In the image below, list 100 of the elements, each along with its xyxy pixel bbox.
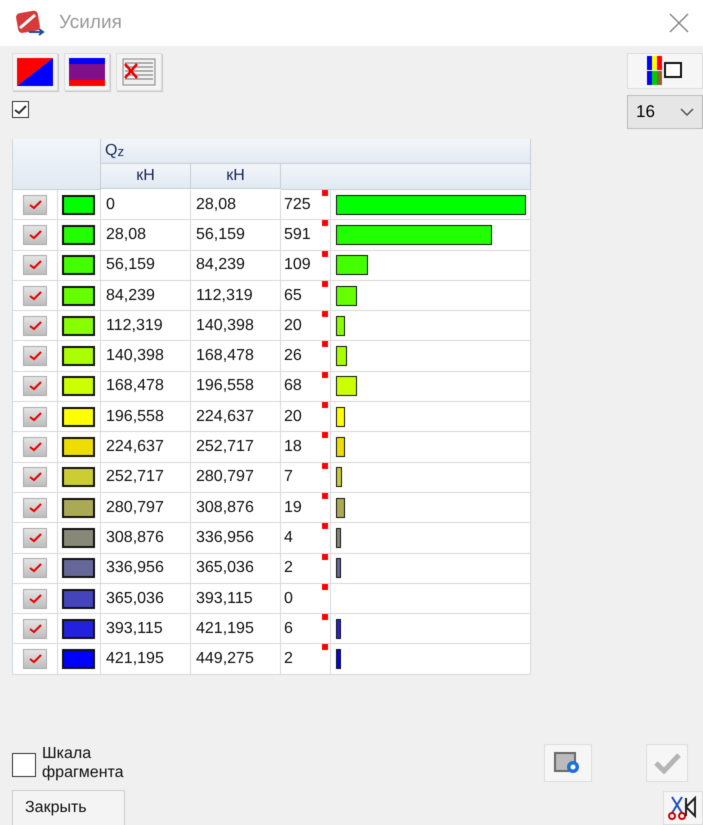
- table-cell: 2: [281, 644, 331, 675]
- check-icon: [28, 230, 42, 240]
- table-cell: 252,717: [101, 462, 191, 493]
- row-checkbox[interactable]: [23, 286, 47, 306]
- color-swatch[interactable]: [62, 467, 95, 488]
- row-checkbox[interactable]: [23, 467, 47, 488]
- color-swatch[interactable]: [62, 649, 95, 670]
- color-swatch[interactable]: [62, 528, 95, 548]
- palette-button[interactable]: [627, 53, 703, 89]
- row-checkbox[interactable]: [23, 558, 47, 578]
- row-checkbox[interactable]: [23, 528, 47, 548]
- row-checkbox[interactable]: [23, 346, 47, 366]
- row-checkbox[interactable]: [23, 255, 47, 276]
- table-cell: 19: [281, 492, 331, 524]
- table-cell: 224,637: [191, 402, 281, 432]
- table-cell: 56,159: [101, 250, 191, 281]
- marker-icon: [322, 402, 328, 408]
- table-cell: 280,797: [191, 462, 281, 493]
- check-icon: [28, 412, 42, 422]
- row-checkbox[interactable]: [23, 316, 47, 336]
- color-swatch[interactable]: [62, 406, 95, 427]
- color-swatch[interactable]: [62, 437, 95, 458]
- table-cell: 421,195: [101, 644, 191, 675]
- table-cell: 6: [281, 614, 331, 644]
- table-cell: 65: [281, 280, 331, 312]
- table-cell: 725: [281, 190, 331, 220]
- marker-icon: [322, 190, 328, 196]
- stripe-fill-button[interactable]: [64, 53, 110, 91]
- table-cell: 393,115: [191, 584, 281, 614]
- check-icon: [28, 532, 42, 543]
- row-checkbox[interactable]: [23, 649, 47, 670]
- color-swatch[interactable]: [62, 588, 95, 608]
- diagonal-split-icon: [17, 58, 53, 86]
- unit-header: кН: [101, 164, 191, 189]
- table-cell: 365,036: [101, 584, 191, 614]
- row-checkbox[interactable]: [23, 618, 47, 639]
- clear-table-button[interactable]: [116, 53, 162, 91]
- table-cell: 28,08: [101, 220, 191, 251]
- stripes-icon: [69, 58, 105, 86]
- color-swatch[interactable]: [62, 346, 95, 366]
- check-icon: [28, 200, 42, 210]
- table-cell: 26: [281, 341, 331, 372]
- table-cell: 28,08: [191, 190, 281, 220]
- color-swatch[interactable]: [62, 194, 95, 215]
- color-swatch[interactable]: [62, 316, 95, 336]
- row-checkbox[interactable]: [23, 376, 47, 396]
- check-icon: [28, 351, 42, 362]
- marker-icon: [322, 432, 328, 438]
- check-icon: [28, 624, 42, 634]
- color-swatch[interactable]: [62, 498, 95, 518]
- table-cell: 7: [281, 462, 331, 493]
- table-cell: 20: [281, 311, 331, 342]
- table-cell: 168,478: [191, 341, 281, 372]
- settings-button[interactable]: [544, 744, 592, 782]
- check-icon: [28, 502, 42, 513]
- gradient-fill-button[interactable]: [12, 53, 58, 91]
- table-cell: 84,239: [101, 280, 191, 312]
- color-swatch[interactable]: [62, 255, 95, 276]
- row-checkbox[interactable]: [23, 437, 47, 458]
- show-all-checkbox[interactable]: [12, 101, 29, 118]
- cut-button[interactable]: [663, 791, 703, 825]
- table-cell: 591: [281, 220, 331, 251]
- marker-icon: [322, 311, 328, 318]
- table-cell: 308,876: [191, 492, 281, 524]
- table-cell: 336,956: [191, 523, 281, 554]
- table-cell: 0: [101, 190, 191, 220]
- check-icon: [28, 563, 42, 574]
- color-swatch[interactable]: [62, 286, 95, 306]
- color-swatch[interactable]: [62, 618, 95, 639]
- row-checkbox[interactable]: [23, 194, 47, 215]
- table-delete-icon: [121, 58, 157, 86]
- marker-icon: [322, 220, 328, 226]
- marker-icon: [322, 644, 328, 650]
- row-checkbox[interactable]: [23, 588, 47, 608]
- color-swatch[interactable]: [62, 376, 95, 396]
- check-icon: [28, 442, 42, 452]
- table-cell: 84,239: [191, 250, 281, 281]
- table-cell: 224,637: [101, 432, 191, 463]
- color-swatch[interactable]: [62, 558, 95, 578]
- fragment-scale-checkbox[interactable]: [12, 753, 36, 777]
- table-cell: 168,478: [101, 372, 191, 402]
- table-cell: 112,319: [101, 311, 191, 342]
- row-checkbox[interactable]: [23, 498, 47, 518]
- row-checkbox[interactable]: [23, 224, 47, 245]
- table-cell: 18: [281, 432, 331, 463]
- table-cell: 393,115: [101, 614, 191, 644]
- table-cell: 56,159: [191, 220, 281, 251]
- close-icon[interactable]: [669, 13, 689, 33]
- checkmark-icon: [653, 752, 681, 774]
- scissors-icon: [668, 795, 698, 821]
- marker-icon: [322, 523, 328, 530]
- table-cell: 449,275: [191, 644, 281, 675]
- chevron-down-icon: [680, 108, 694, 116]
- palette-size-select[interactable]: 16: [627, 95, 703, 129]
- marker-icon: [322, 614, 328, 620]
- table-cell: 140,398: [101, 341, 191, 372]
- row-checkbox[interactable]: [23, 406, 47, 427]
- close-button[interactable]: Закрыть: [12, 790, 125, 825]
- color-swatch[interactable]: [62, 224, 95, 245]
- table-cell: 4: [281, 523, 331, 554]
